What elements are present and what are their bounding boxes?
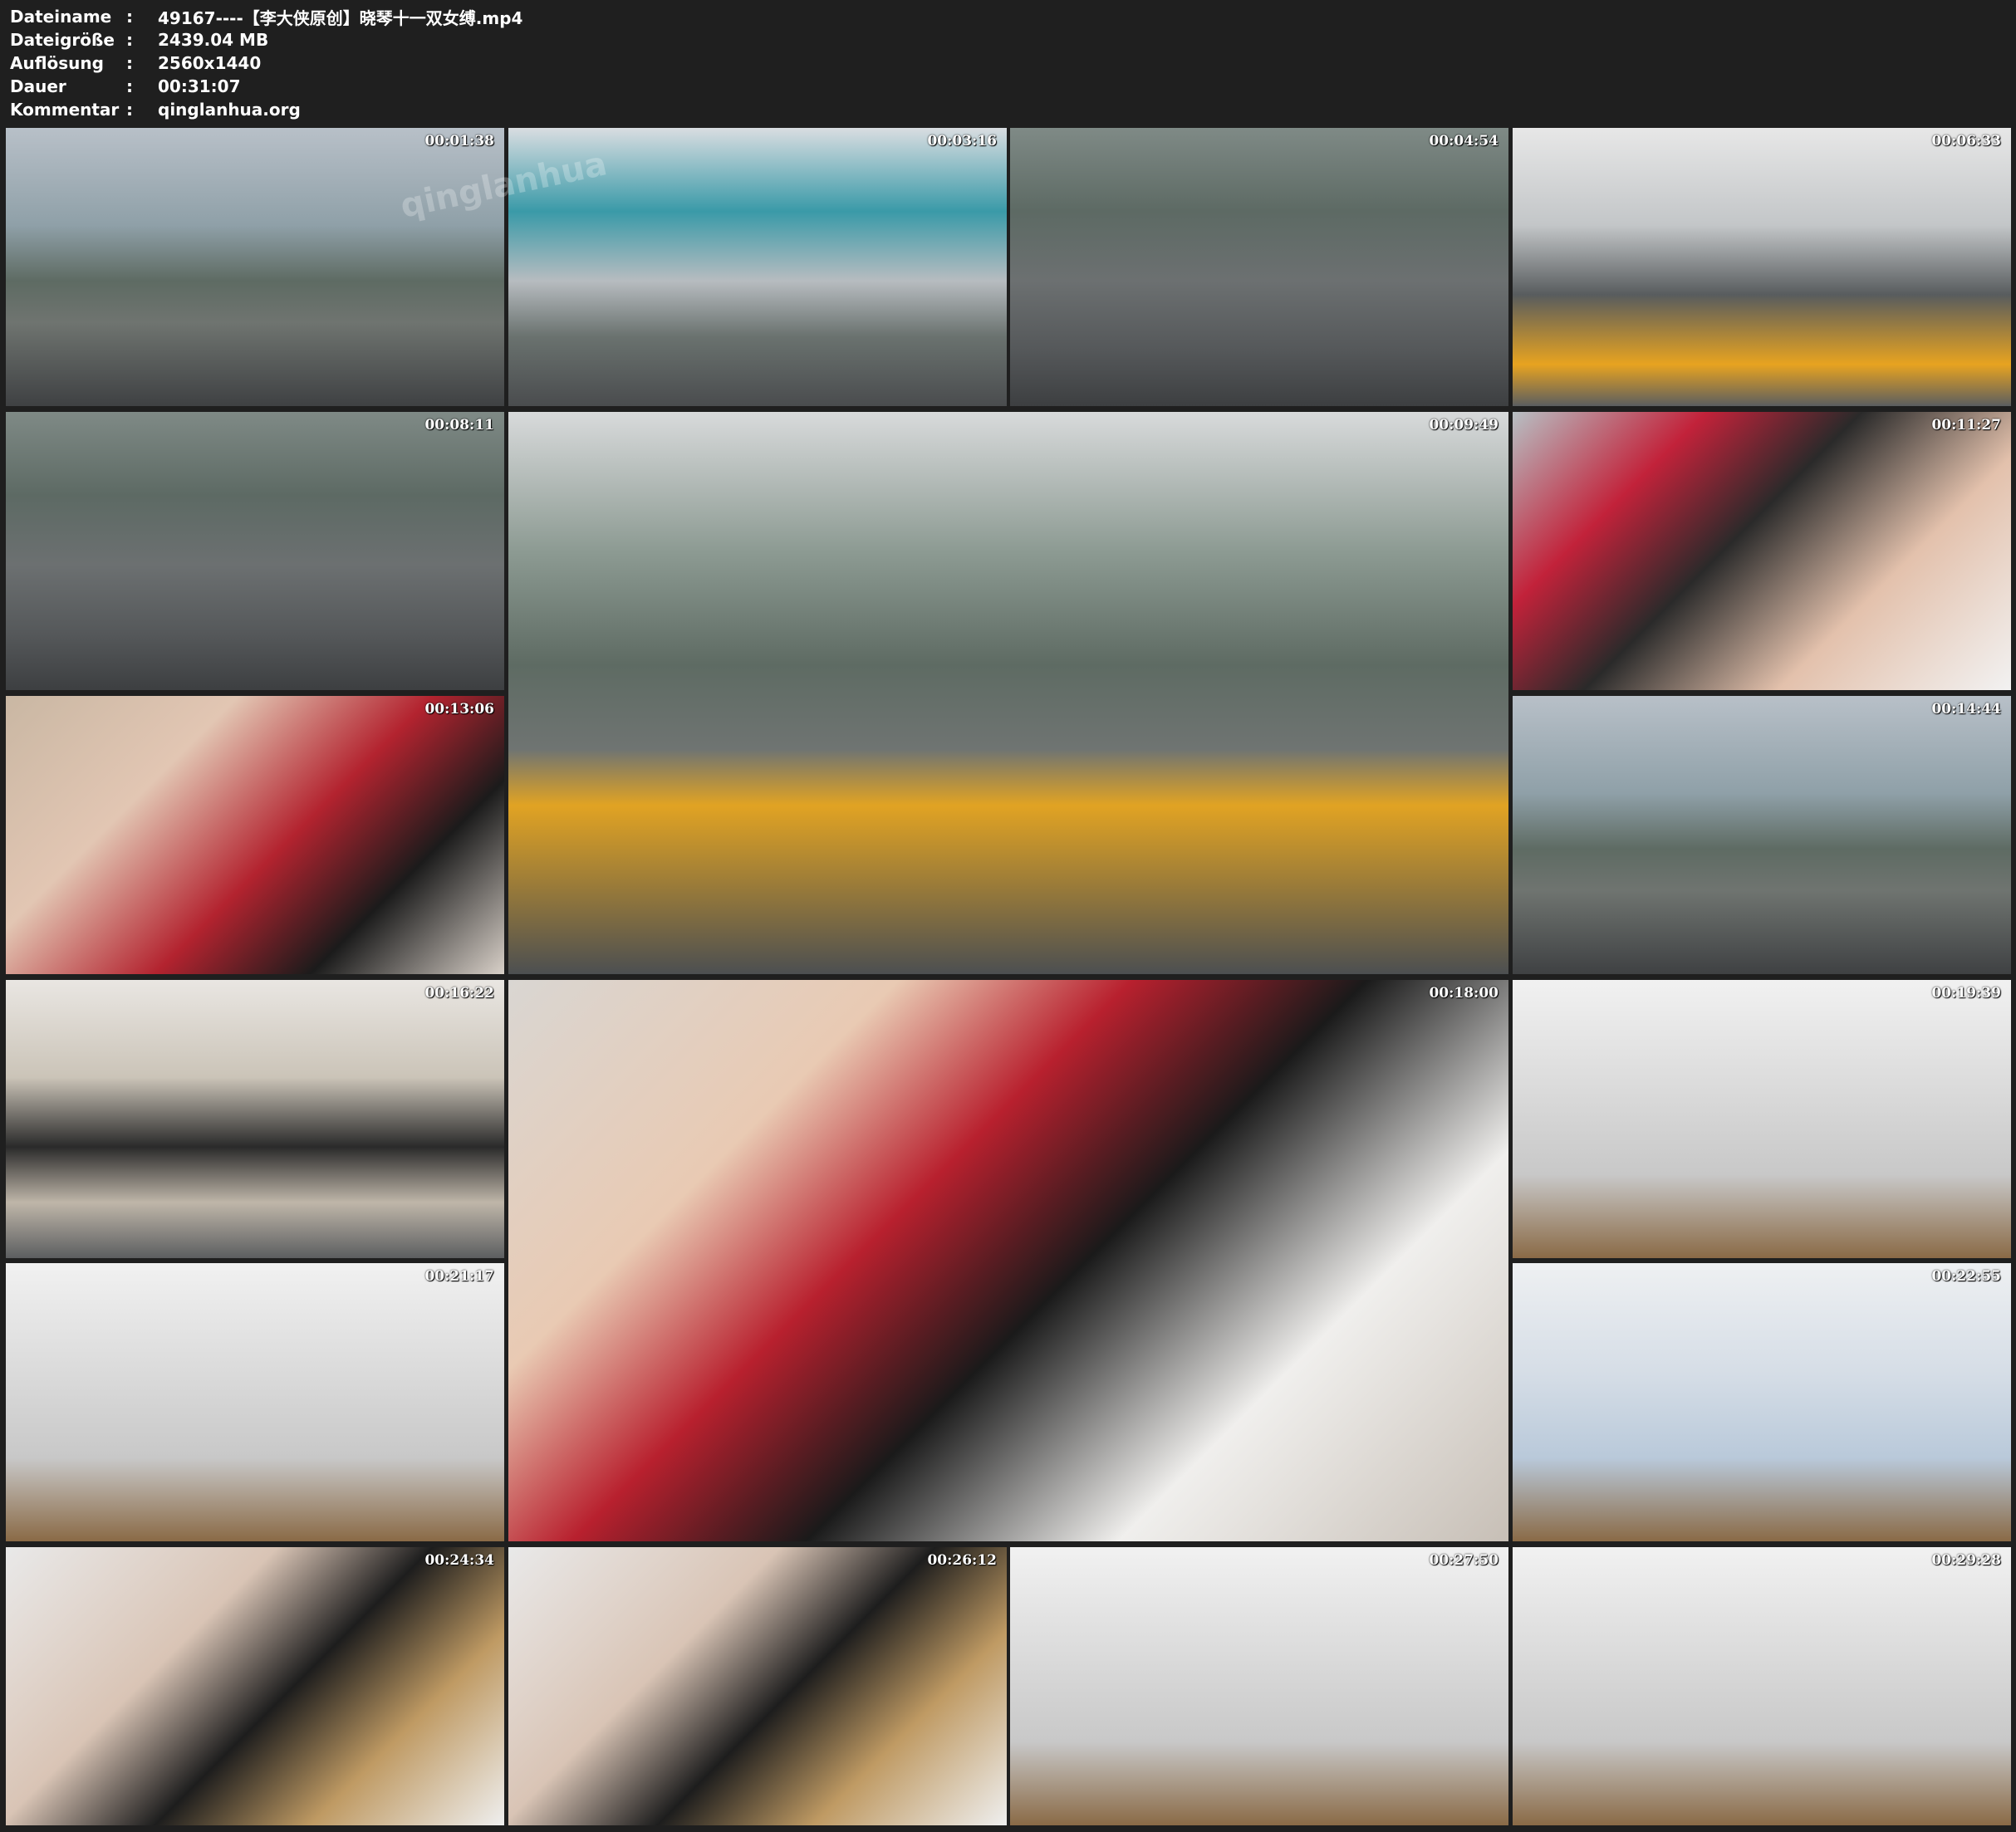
thumbnail-timecode: 00:16:22 [424,985,494,1002]
thumbnail-timecode: 00:14:44 [1931,701,2001,718]
resolution-label: Auflösung [10,53,104,73]
thumbnail-image [6,412,504,690]
thumbnail-timecode: 00:06:33 [1931,133,2001,149]
thumbnail-timecode: 00:27:50 [1429,1552,1499,1569]
file-info-row: Auflösung : 2560x1440 [10,51,522,75]
filename-label: Dateiname [10,7,112,27]
video-thumbnail: 00:08:11 [6,412,504,690]
video-thumbnail: 00:13:06 [6,696,504,974]
comment-label: Kommentar [10,100,120,120]
thumbnail-timecode: 00:13:06 [424,701,494,718]
thumbnail-image [508,980,1508,1541]
thumbnail-image [1513,128,2011,406]
video-thumbnail: 00:06:33 [1513,128,2011,406]
video-thumbnail: 00:22:55 [1513,1263,2011,1541]
thumbnail-image [1513,412,2011,690]
separator: : [126,76,133,96]
video-thumbnail: 00:16:22 [6,980,504,1258]
thumbnail-image [1010,128,1508,406]
thumbnail-image [6,1547,504,1825]
file-info-row: Dateiname : 49167----【李大侠原创】晓琴十一双女缚.mp4 [10,5,522,28]
video-thumbnail: 00:01:38 [6,128,504,406]
thumbnail-image [1513,1547,2011,1825]
video-thumbnail: 00:11:27 [1513,412,2011,690]
thumbnail-timecode: 00:18:00 [1429,985,1499,1002]
video-thumbnail: 00:24:34 [6,1547,504,1825]
file-info-row: Kommentar : qinglanhua.org [10,98,522,121]
thumbnail-timecode: 00:24:34 [424,1552,494,1569]
thumbnail-timecode: 00:09:49 [1429,417,1499,434]
comment-value: qinglanhua.org [158,100,301,120]
thumbnail-image [1513,696,2011,974]
filename-value: 49167----【李大侠原创】晓琴十一双女缚.mp4 [158,7,523,28]
video-thumbnail: 00:21:17 [6,1263,504,1541]
thumbnail-timecode: 00:26:12 [927,1552,997,1569]
video-thumbnail: 00:18:00 [508,980,1508,1541]
file-info-row: Dauer : 00:31:07 [10,75,522,98]
thumbnail-timecode: 00:11:27 [1931,417,2001,434]
separator: : [126,53,133,73]
thumbnail-timecode: 00:21:17 [424,1268,494,1285]
thumbnail-image [6,1263,504,1541]
video-thumbnail: 00:29:28 [1513,1547,2011,1825]
separator: : [126,30,133,50]
filesize-value: 2439.04 MB [158,30,269,50]
thumbnail-image [1513,980,2011,1258]
thumbnail-image [508,412,1508,974]
video-thumbnail: 00:19:39 [1513,980,2011,1258]
separator: : [126,100,133,120]
duration-value: 00:31:07 [158,76,241,96]
resolution-value: 2560x1440 [158,53,262,73]
separator: : [126,7,133,27]
thumbnail-image [1010,1547,1508,1825]
thumbnail-image [6,696,504,974]
thumbnail-timecode: 00:04:54 [1429,133,1499,149]
thumbnail-timecode: 00:29:28 [1931,1552,2001,1569]
thumbnail-image [6,980,504,1258]
thumbnail-timecode: 00:08:11 [424,417,494,434]
video-thumbnail: 00:26:12 [508,1547,1007,1825]
file-info-row: Dateigröße : 2439.04 MB [10,28,522,51]
thumbnail-image [508,1547,1007,1825]
thumbnail-timecode: 00:03:16 [927,133,997,149]
thumbnail-image [6,128,504,406]
video-thumbnail: 00:09:49 [508,412,1508,974]
video-thumbnail: 00:14:44 [1513,696,2011,974]
video-thumbnail: 00:04:54 [1010,128,1508,406]
filesize-label: Dateigröße [10,30,115,50]
thumbnail-image [1513,1263,2011,1541]
video-thumbnail: 00:27:50 [1010,1547,1508,1825]
thumbnail-timecode: 00:22:55 [1931,1268,2001,1285]
thumbnail-timecode: 00:01:38 [424,133,494,149]
file-info-header: Dateiname : 49167----【李大侠原创】晓琴十一双女缚.mp4 … [10,5,522,121]
duration-label: Dauer [10,76,66,96]
thumbnail-timecode: 00:19:39 [1931,985,2001,1002]
